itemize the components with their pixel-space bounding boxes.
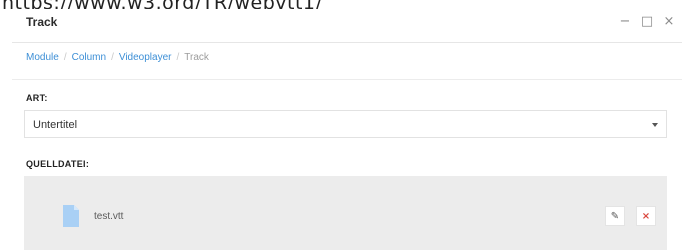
- chevron-down-icon: [652, 123, 658, 127]
- dialog-titlebar: Track − □ ×: [12, 9, 682, 37]
- maximize-button[interactable]: □: [640, 11, 654, 31]
- file-name[interactable]: test.vtt: [94, 211, 123, 222]
- art-select-value: Untertitel: [33, 119, 78, 131]
- breadcrumb-separator: /: [111, 52, 114, 63]
- breadcrumb-current: Track: [184, 52, 209, 63]
- close-button[interactable]: ×: [662, 11, 676, 31]
- pencil-icon: ✎: [610, 210, 620, 222]
- quelldatei-label: QUELLDATEI:: [26, 159, 90, 169]
- breadcrumb-link-module[interactable]: Module: [26, 52, 59, 63]
- art-label: ART:: [26, 93, 48, 103]
- divider: [12, 42, 682, 43]
- art-select[interactable]: Untertitel: [24, 110, 667, 138]
- breadcrumb-separator: /: [176, 52, 180, 63]
- dialog-title: Track: [26, 15, 58, 29]
- breadcrumb-link-videoplayer[interactable]: Videoplayer: [119, 52, 172, 63]
- file-icon: [63, 205, 79, 227]
- breadcrumb: Module / Column / Videoplayer / Track: [26, 52, 209, 63]
- track-dialog: Track − □ × Module / Column / Videoplaye…: [12, 9, 682, 250]
- window-controls: − □ ×: [618, 11, 676, 31]
- breadcrumb-separator: /: [63, 52, 67, 63]
- breadcrumb-link-column[interactable]: Column: [72, 52, 106, 63]
- file-panel: test.vtt ✎ ×: [24, 176, 667, 250]
- edit-button[interactable]: ✎: [605, 206, 625, 226]
- minimize-button[interactable]: −: [618, 11, 632, 31]
- close-icon: ×: [641, 210, 651, 222]
- delete-button[interactable]: ×: [636, 206, 656, 226]
- divider: [12, 79, 682, 80]
